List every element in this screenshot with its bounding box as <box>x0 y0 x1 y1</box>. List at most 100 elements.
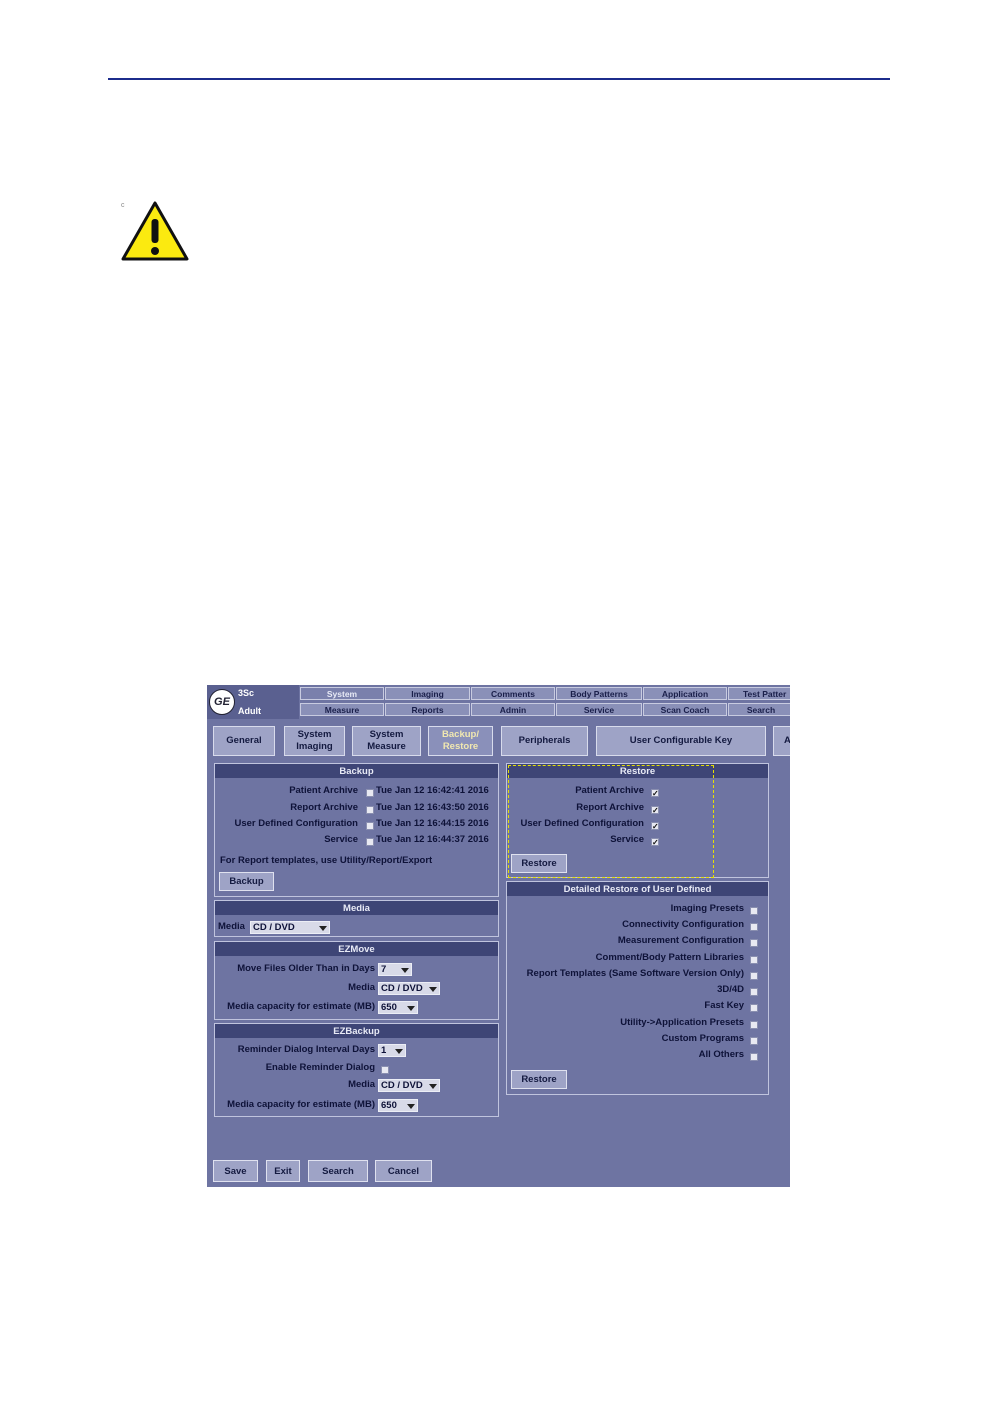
tab-scan-coach[interactable]: Scan Coach <box>643 703 727 716</box>
tab-measure[interactable]: Measure <box>300 703 384 716</box>
subtab-label-line1: System <box>297 729 332 740</box>
exit-button[interactable]: Exit <box>266 1160 300 1182</box>
ezbackup-capacity-select[interactable]: 650 <box>378 1099 418 1112</box>
detailed-checkbox[interactable] <box>750 1037 758 1045</box>
backup-panel: Backup Patient Archive Tue Jan 12 16:42:… <box>214 763 499 897</box>
detailed-restore-title: Detailed Restore of User Defined <box>507 882 768 896</box>
detailed-checkbox[interactable] <box>750 988 758 996</box>
subtab-general[interactable]: General <box>213 726 275 756</box>
detailed-label: Utility->Application Presets <box>620 1017 744 1028</box>
detailed-label: Measurement Configuration <box>617 935 744 946</box>
tab-service[interactable]: Service <box>556 703 642 716</box>
backup-checkbox-patient-archive[interactable] <box>366 789 374 797</box>
detailed-label: All Others <box>698 1049 744 1060</box>
subtab-more[interactable]: A <box>773 726 790 756</box>
detailed-restore-button[interactable]: Restore <box>511 1070 567 1089</box>
detailed-checkbox[interactable] <box>750 1053 758 1061</box>
backup-timestamp: Tue Jan 12 16:44:37 2016 <box>376 834 489 845</box>
search-button[interactable]: Search <box>308 1160 368 1182</box>
tab-admin[interactable]: Admin <box>471 703 555 716</box>
subtab-system-imaging[interactable]: System Imaging <box>284 726 345 756</box>
save-button[interactable]: Save <box>213 1160 258 1182</box>
backup-label-service: Service <box>324 834 358 845</box>
tab-comments[interactable]: Comments <box>471 687 555 700</box>
media-panel: Media Media CD / DVD <box>214 900 499 937</box>
detailed-restore-panel: Detailed Restore of User Defined Imaging… <box>506 881 769 1095</box>
header-rule <box>108 78 890 80</box>
ezmove-older-select[interactable]: 7 <box>378 963 412 976</box>
detailed-checkbox[interactable] <box>750 956 758 964</box>
media-select[interactable]: CD / DVD <box>250 921 330 934</box>
detailed-label: Comment/Body Pattern Libraries <box>595 952 744 963</box>
ezmove-older-value: 7 <box>381 964 387 975</box>
ezbackup-capacity-label: Media capacity for estimate (MB) <box>227 1099 375 1110</box>
detailed-checkbox[interactable] <box>750 907 758 915</box>
media-select-value: CD / DVD <box>253 922 295 933</box>
ezmove-panel: EZMove Move Files Older Than in Days 7 M… <box>214 941 499 1020</box>
tab-system[interactable]: System <box>300 687 384 700</box>
detailed-label: Fast Key <box>704 1000 744 1011</box>
media-title: Media <box>215 901 498 915</box>
chevron-down-icon <box>429 1084 437 1089</box>
chevron-down-icon <box>319 926 327 931</box>
tab-imaging[interactable]: Imaging <box>385 687 470 700</box>
detailed-checkbox[interactable] <box>750 939 758 947</box>
subtab-user-configurable-key[interactable]: User Configurable Key <box>596 726 766 756</box>
detailed-label: Report Templates (Same Software Version … <box>526 968 744 979</box>
media-label: Media <box>218 921 245 932</box>
backup-label-report-archive: Report Archive <box>290 802 358 813</box>
chevron-down-icon <box>407 1104 415 1109</box>
subtab-peripherals[interactable]: Peripherals <box>501 726 588 756</box>
tab-body-patterns[interactable]: Body Patterns <box>556 687 642 700</box>
ezmove-capacity-value: 650 <box>381 1002 397 1013</box>
detailed-checkbox[interactable] <box>750 1021 758 1029</box>
subtab-system-measure[interactable]: System Measure <box>352 726 421 756</box>
warning-icon <box>121 201 189 261</box>
ezbackup-capacity-value: 650 <box>381 1100 397 1111</box>
ezmove-capacity-label: Media capacity for estimate (MB) <box>227 1001 375 1012</box>
ezbackup-media-select[interactable]: CD / DVD <box>378 1079 440 1092</box>
backup-title: Backup <box>215 764 498 778</box>
chevron-down-icon <box>407 1006 415 1011</box>
ezbackup-enable-label: Enable Reminder Dialog <box>265 1062 375 1073</box>
chevron-down-icon <box>401 968 409 973</box>
subtab-label-line2: Restore <box>442 741 479 752</box>
header-logo-area: GE 3Sc Adult <box>207 685 299 719</box>
backup-label-user-defined: User Defined Configuration <box>234 818 358 829</box>
backup-checkbox-report-archive[interactable] <box>366 806 374 814</box>
detailed-label: Connectivity Configuration <box>622 919 744 930</box>
detailed-checkbox[interactable] <box>750 1004 758 1012</box>
probe-name: 3Sc <box>238 688 255 698</box>
ezbackup-title: EZBackup <box>215 1024 498 1038</box>
backup-checkbox-service[interactable] <box>366 838 374 846</box>
ezbackup-media-value: CD / DVD <box>381 1080 423 1091</box>
ezbackup-media-label: Media <box>348 1079 375 1090</box>
tab-test-pattern[interactable]: Test Patter <box>728 687 790 700</box>
tab-reports[interactable]: Reports <box>385 703 470 716</box>
tab-search[interactable]: Search <box>728 703 790 716</box>
ezbackup-interval-select[interactable]: 1 <box>378 1044 406 1057</box>
ezbackup-enable-checkbox[interactable] <box>381 1066 389 1074</box>
cancel-button[interactable]: Cancel <box>375 1160 432 1182</box>
ezmove-media-select[interactable]: CD / DVD <box>378 982 440 995</box>
backup-timestamp: Tue Jan 12 16:42:41 2016 <box>376 785 489 796</box>
ezbackup-interval-label: Reminder Dialog Interval Days <box>237 1044 375 1055</box>
backup-checkbox-user-defined[interactable] <box>366 822 374 830</box>
subtab-backup-restore[interactable]: Backup/ Restore <box>428 726 493 756</box>
subtab-label-line2: Measure <box>367 741 406 752</box>
ezmove-title: EZMove <box>215 942 498 956</box>
ezmove-capacity-select[interactable]: 650 <box>378 1001 418 1014</box>
detailed-label: Imaging Presets <box>670 903 744 914</box>
backup-timestamp: Tue Jan 12 16:44:15 2016 <box>376 818 489 829</box>
detailed-label: Custom Programs <box>661 1033 744 1044</box>
subtab-label-line1: Backup/ <box>442 729 479 740</box>
tab-application[interactable]: Application <box>643 687 727 700</box>
backup-label-patient-archive: Patient Archive <box>289 785 358 796</box>
backup-button[interactable]: Backup <box>219 872 274 891</box>
ezbackup-panel: EZBackup Reminder Dialog Interval Days 1… <box>214 1023 499 1117</box>
highlight-selection <box>508 765 714 878</box>
detailed-checkbox[interactable] <box>750 972 758 980</box>
detailed-checkbox[interactable] <box>750 923 758 931</box>
ge-logo-icon: GE <box>209 689 235 715</box>
ezmove-older-label: Move Files Older Than in Days <box>237 963 375 974</box>
